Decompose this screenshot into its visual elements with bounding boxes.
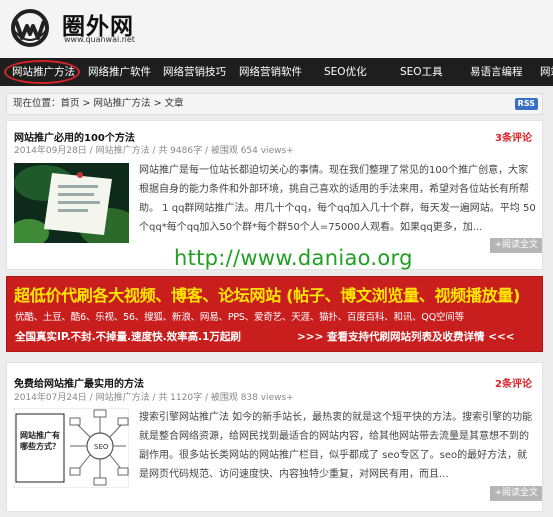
rss-button[interactable]: RSS	[514, 98, 538, 110]
main-nav: 网站推广方法 网络推广软件 网络营销技巧 网络营销软件 SEO优化 SEO工具 …	[0, 58, 553, 86]
nav-item-seo-tools[interactable]: SEO工具	[400, 58, 443, 86]
site-url: www.quanwai.net	[64, 35, 135, 44]
logo-w-icon[interactable]	[10, 8, 50, 48]
nav-item-more[interactable]: 网站	[540, 58, 553, 86]
ad-details-link[interactable]: >>> 查看支持代刷网站列表及收费详情 <<<	[297, 329, 515, 344]
article-meta: 2014年09月28日 / 网站推广方法 / 共 9486字 / 被围观 654…	[14, 146, 294, 156]
nav-item-marketing-tips[interactable]: 网络营销技巧	[163, 58, 226, 86]
site-header: 圈外网 www.quanwai.net	[0, 0, 553, 58]
nav-item-website-promotion[interactable]: 网站推广方法	[12, 58, 75, 86]
nav-item-e-language[interactable]: 易语言编程	[470, 58, 523, 86]
ad-banner[interactable]: 超低价代刷各大视频、博客、论坛网站 (帖子、博文浏览量、视频播放量) 优酷、土豆…	[6, 276, 543, 352]
article-thumbnail[interactable]: SEO 网站推广有哪些方式？	[14, 408, 129, 488]
nav-item-seo[interactable]: SEO优化	[324, 58, 367, 86]
article-meta: 2014年07月24日 / 网站推广方法 / 共 1120字 / 被围观 838…	[14, 393, 294, 403]
thumbnail-caption: 网站推广有哪些方式？	[20, 431, 60, 451]
article-title-link[interactable]: 免费给网站推广最实用的方法	[14, 375, 144, 390]
ad-sites-list: 优酷、土豆、酷6、乐视、56、搜狐、新浪、网易、PPS、爱奇艺、天涯、猫扑、百度…	[15, 312, 464, 323]
read-more-button[interactable]: +阅读全文	[490, 486, 542, 501]
breadcrumb-separator: >	[150, 98, 165, 109]
breadcrumb-home-link[interactable]: 首页	[61, 98, 80, 109]
article-excerpt: 网站推广是每一位站长都迫切关心的事情。现在我们整理了常见的100个推广创意，大家…	[139, 165, 536, 233]
comment-count-link[interactable]: 2条评论	[495, 375, 532, 390]
breadcrumb-category-link[interactable]: 网站推广方法	[94, 98, 151, 109]
thumbnail-image	[14, 163, 129, 243]
ad-feature-text: 全国真实IP.不封.不掉量.速度快.效率高.1万起刷	[15, 331, 241, 343]
nav-item-promotion-software[interactable]: 网络推广软件	[88, 58, 151, 86]
read-more-button[interactable]: +阅读全文	[490, 238, 542, 253]
svg-text:SEO: SEO	[94, 443, 109, 451]
watermark-text: http://www.daniao.org	[174, 246, 413, 270]
article-card: 免费给网站推广最实用的方法 2条评论 2014年07月24日 / 网站推广方法 …	[6, 362, 543, 512]
breadcrumb: 现在位置：首页 > 网站推广方法 > 文章 RSS	[6, 93, 543, 115]
comment-count-link[interactable]: 3条评论	[495, 129, 532, 144]
nav-item-marketing-software[interactable]: 网络营销软件	[239, 58, 302, 86]
breadcrumb-current: 文章	[164, 98, 184, 109]
article-thumbnail[interactable]	[14, 163, 129, 243]
ad-headline: 超低价代刷各大视频、博客、论坛网站 (帖子、博文浏览量、视频播放量)	[14, 286, 520, 305]
breadcrumb-separator: >	[79, 98, 94, 109]
article-title-link[interactable]: 网站推广必用的100个方法	[14, 129, 135, 144]
article-excerpt: 搜索引擎网站推广法 如今的新手站长，最热衷的就是这个短平快的方法。搜索引擎的功能…	[139, 412, 533, 480]
breadcrumb-prefix: 现在位置：	[13, 98, 61, 109]
